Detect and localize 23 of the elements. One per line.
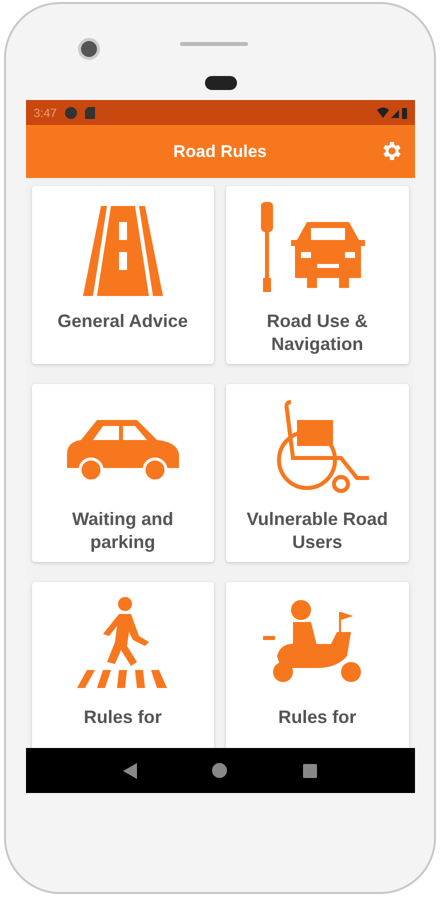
category-label: Rules for [84, 706, 162, 729]
back-icon[interactable] [123, 762, 138, 778]
category-card[interactable]: Road Use & Navigation [226, 186, 408, 364]
category-card[interactable]: Rules for [32, 582, 214, 748]
category-label: General Advice [58, 310, 188, 333]
sd-card-icon [84, 106, 95, 118]
signal-icon [376, 106, 406, 118]
category-card[interactable]: Vulnerable Road Users [226, 384, 408, 562]
speaker-grille [180, 42, 248, 46]
category-card[interactable]: Rules for [226, 582, 408, 748]
category-card[interactable]: General Advice [32, 186, 214, 364]
camera-icon [78, 38, 100, 60]
category-card[interactable]: Waiting and parking [32, 384, 214, 562]
sensor-icon [205, 76, 237, 90]
recents-icon[interactable] [302, 764, 317, 778]
notification-icon [64, 106, 77, 118]
home-icon[interactable] [212, 763, 228, 778]
app-title: Road Rules [173, 142, 267, 162]
status-time: 3:47 [34, 106, 57, 120]
category-label: Vulnerable Road Users [246, 508, 389, 554]
category-label: Rules for [278, 706, 356, 729]
category-label: Road Use & Navigation [266, 310, 369, 356]
category-label: Waiting and parking [71, 508, 174, 554]
